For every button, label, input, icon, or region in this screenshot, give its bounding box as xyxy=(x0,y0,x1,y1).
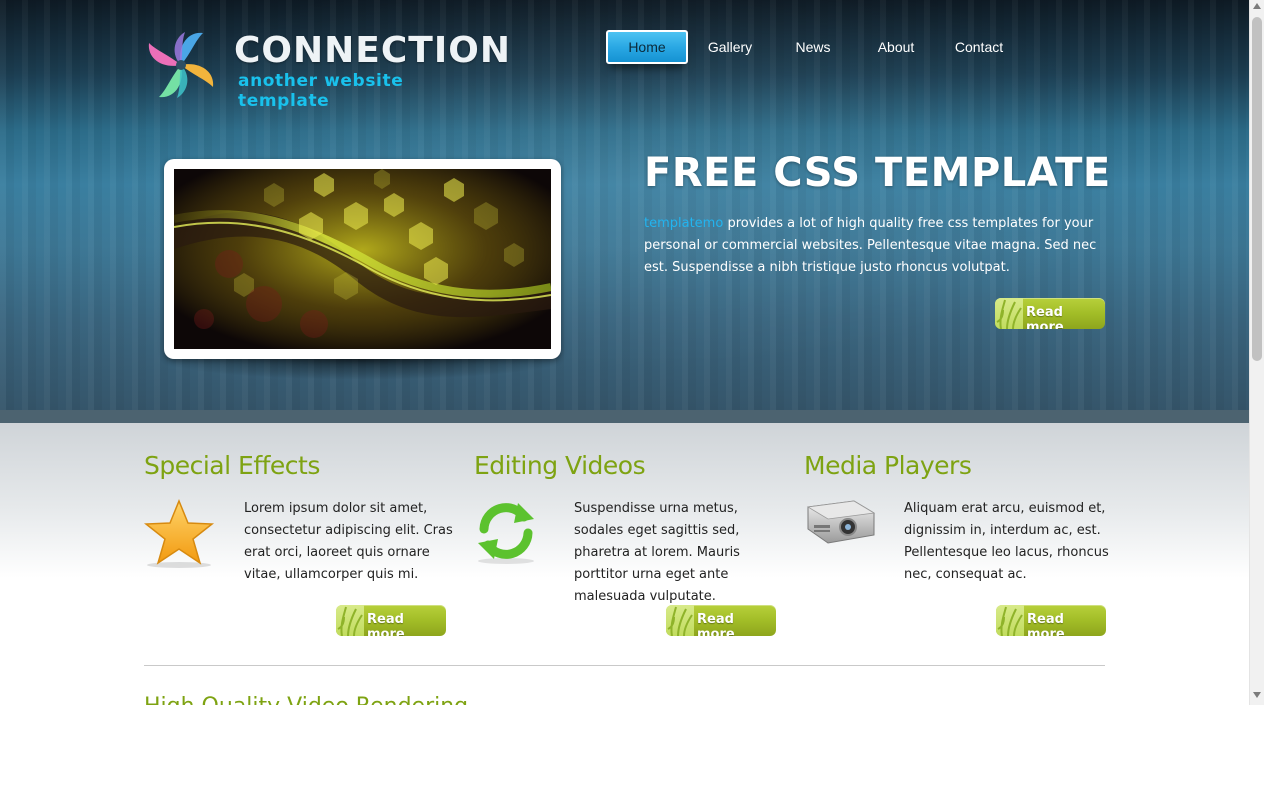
page-viewport: CONNECTION another website template Home… xyxy=(0,0,1249,705)
hero-title: FREE CSS TEMPLATE xyxy=(644,150,1111,196)
pinwheel-logo-icon xyxy=(148,32,214,98)
feature-text: Lorem ipsum dolor sit amet, consectetur … xyxy=(244,501,453,582)
header: CONNECTION another website template Home… xyxy=(0,0,1249,410)
nav-gallery[interactable]: Gallery xyxy=(688,30,772,64)
hero-description: templatemo provides a lot of high qualit… xyxy=(644,213,1114,279)
leaf-icon xyxy=(995,298,1023,329)
read-more-label: Read more xyxy=(1027,612,1065,636)
feature-editing-videos: Editing Videos Suspendisse urna metus, s… xyxy=(474,423,776,663)
feature-text: Suspendisse urna metus, sodales eget sag… xyxy=(574,501,740,604)
read-more-label: Read more xyxy=(1026,305,1064,329)
leaf-icon xyxy=(666,605,694,636)
nav-contact[interactable]: Contact xyxy=(938,30,1020,64)
star-icon xyxy=(144,499,215,568)
hero-image-frame xyxy=(164,159,561,359)
projector-icon xyxy=(806,500,876,544)
hero-read-more-button[interactable]: Read more xyxy=(995,298,1105,329)
header-divider xyxy=(0,410,1249,423)
feature-title: Editing Videos xyxy=(474,451,646,480)
feature-title: Special Effects xyxy=(144,451,320,480)
main-nav: Home Gallery News About Contact xyxy=(606,30,1020,66)
feature-media-players: Media Players Aliquam erat arcu, euismod… xyxy=(804,423,1109,663)
refresh-icon xyxy=(478,503,534,564)
nav-home[interactable]: Home xyxy=(606,30,688,64)
leaf-icon xyxy=(336,605,364,636)
nav-about[interactable]: About xyxy=(854,30,938,64)
media-players-read-more-button[interactable]: Read more xyxy=(996,605,1106,636)
leaf-icon xyxy=(996,605,1024,636)
scroll-up-arrow-icon[interactable] xyxy=(1253,3,1261,9)
bokeh-wave-image xyxy=(174,169,551,349)
feature-special-effects: Special Effects Lorem ipsum dolor sit am… xyxy=(144,423,453,663)
features-section: Special Effects Lorem ipsum dolor sit am… xyxy=(0,423,1249,705)
hero-image xyxy=(174,169,551,349)
window-bottom-area xyxy=(0,705,1280,800)
special-effects-read-more-button[interactable]: Read more xyxy=(336,605,446,636)
read-more-label: Read more xyxy=(697,612,735,636)
editing-videos-read-more-button[interactable]: Read more xyxy=(666,605,776,636)
next-section-title: High Quality Video Rendering xyxy=(144,696,468,705)
feature-title: Media Players xyxy=(804,451,972,480)
templatemo-link[interactable]: templatemo xyxy=(644,216,723,231)
scroll-down-arrow-icon[interactable] xyxy=(1253,692,1261,698)
site-tagline: another website template xyxy=(238,71,404,111)
logo[interactable]: CONNECTION another website template xyxy=(144,28,510,120)
section-divider xyxy=(144,665,1105,666)
read-more-label: Read more xyxy=(367,612,405,636)
site-title: CONNECTION xyxy=(234,30,511,71)
nav-news[interactable]: News xyxy=(772,30,854,64)
feature-text: Aliquam erat arcu, euismod et, dignissim… xyxy=(904,501,1109,582)
vertical-scrollbar[interactable] xyxy=(1249,0,1264,705)
scroll-thumb[interactable] xyxy=(1252,17,1262,361)
